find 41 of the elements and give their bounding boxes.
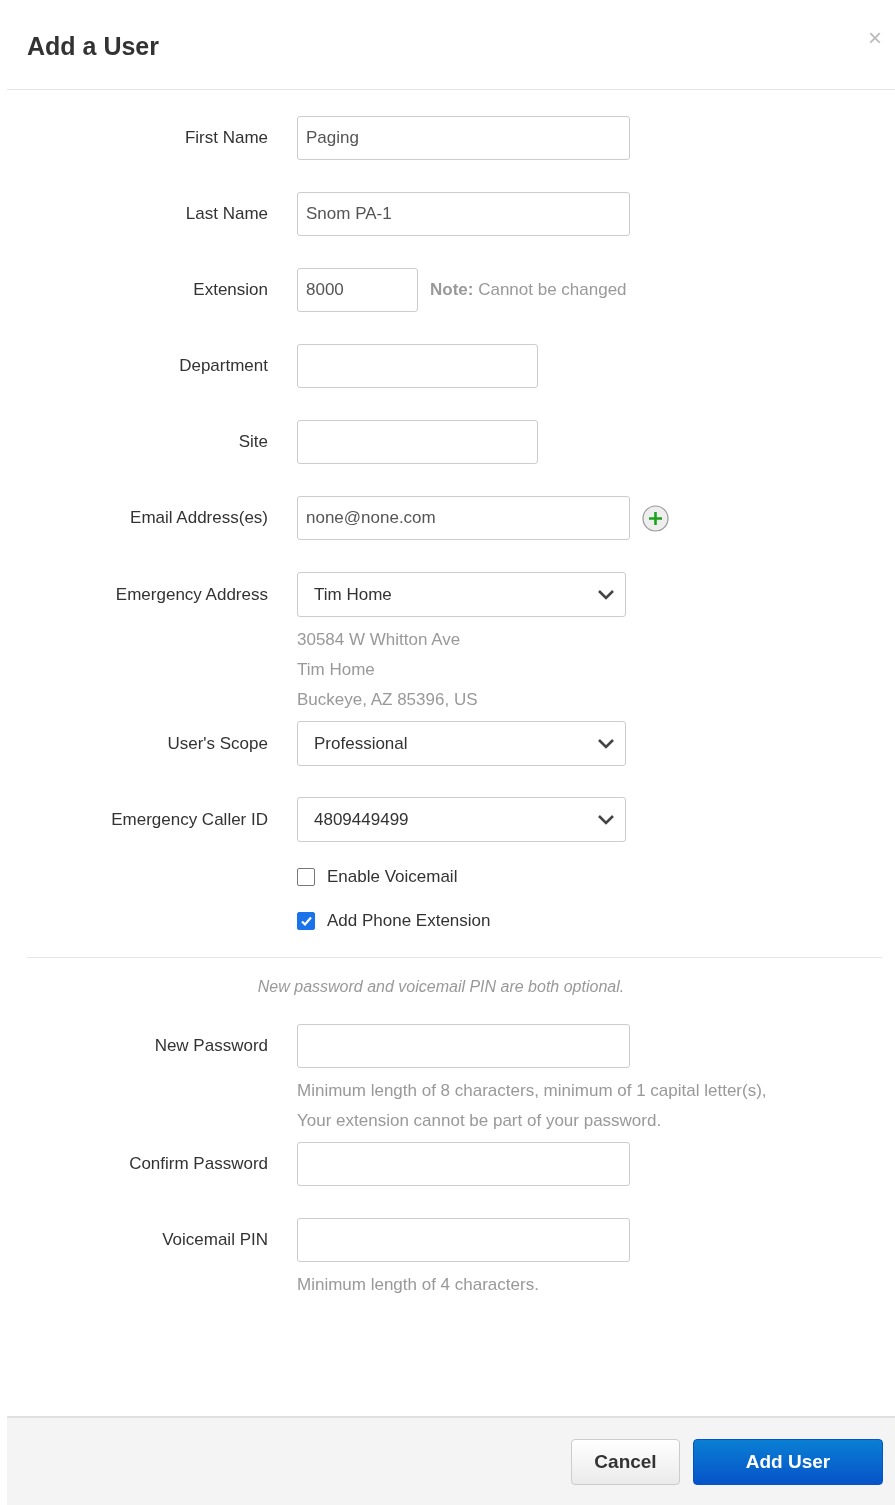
text-field[interactable] xyxy=(297,344,538,388)
add-icon[interactable] xyxy=(642,504,669,532)
field-label: Site xyxy=(237,432,268,452)
dropdown[interactable]: 4809449499 xyxy=(297,797,626,842)
field-label: Extension xyxy=(192,280,268,300)
field-label: Email Address(es) xyxy=(129,508,268,528)
checkbox[interactable] xyxy=(297,912,315,930)
add-user-button[interactable]: Add User xyxy=(693,1438,883,1485)
help-text: Minimum length of 4 characters. xyxy=(297,1274,540,1296)
dropdown[interactable]: Tim Home xyxy=(297,572,626,617)
field-label: User's Scope xyxy=(166,733,268,754)
field-label: Emergency Caller ID xyxy=(110,809,268,830)
checkbox-label: Enable Voicemail xyxy=(327,867,458,887)
chevron-down-icon xyxy=(597,813,615,826)
field-note: Note: Cannot be changed xyxy=(430,280,627,300)
password-note: New password and voicemail PIN are both optional. xyxy=(256,978,626,996)
field-label: Department xyxy=(178,356,268,376)
cancel-button[interactable]: Cancel xyxy=(571,1438,680,1485)
help-text: Minimum length of 8 characters, minimum of 1 capital letter(s), Your extension cannot be part of your password. xyxy=(297,1080,768,1132)
field-label: New Password xyxy=(153,1036,268,1056)
field-label: Emergency Address xyxy=(114,584,268,605)
text-field[interactable]: 8000 xyxy=(297,268,418,312)
text-field[interactable] xyxy=(297,1024,630,1068)
checkbox-label: Add Phone Extension xyxy=(327,911,491,931)
text-field[interactable] xyxy=(297,1218,630,1262)
help-text: 30584 W Whitton Ave Tim Home Buckeye, AZ 85396, US xyxy=(297,629,479,711)
text-field[interactable] xyxy=(297,420,538,464)
field-label: Last Name xyxy=(184,204,268,224)
field-label: Voicemail PIN xyxy=(161,1230,268,1250)
chevron-down-icon xyxy=(597,737,615,750)
check-icon xyxy=(299,914,313,928)
text-field[interactable]: Snom PA-1 xyxy=(297,192,630,236)
checkbox[interactable] xyxy=(297,868,315,886)
text-field[interactable] xyxy=(297,1142,630,1186)
field-label: First Name xyxy=(183,128,268,148)
email-field[interactable]: none@none.com xyxy=(297,496,630,540)
dialog-title: Add a User xyxy=(27,32,159,61)
field-label: Confirm Password xyxy=(128,1154,268,1174)
text-field[interactable]: Paging xyxy=(297,116,630,160)
dropdown[interactable]: Professional xyxy=(297,721,626,766)
chevron-down-icon xyxy=(597,588,615,601)
